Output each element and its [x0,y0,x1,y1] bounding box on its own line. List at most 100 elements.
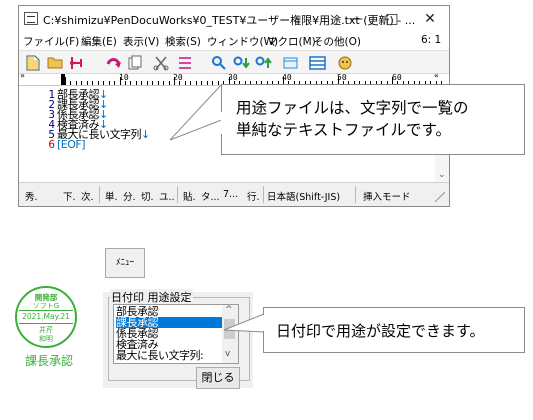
ruler-tick [81,81,83,85]
status-item[interactable]: 単. [105,189,118,203]
stamp-caption: 課長承認 [25,354,74,368]
callout-bottom-text: 日付印で用途が設定できます。 [276,322,485,340]
scroll-down-icon[interactable]: v [225,349,230,359]
menu-macro[interactable]: マクロ(M) [267,34,316,49]
ruler-tick [108,81,110,85]
ruler-tick [65,77,66,85]
cursor-position: 6: 1 [421,34,442,46]
line-number-current: 6 [48,138,55,151]
group-label: 日付印 用途設定 [110,289,193,305]
ruler-tick [152,81,154,85]
undo-icon[interactable] [105,55,121,71]
list-item[interactable]: 最大に長い文字列: [116,350,204,361]
status-item[interactable]: 行. [247,189,260,203]
status-item[interactable]: 切. [141,189,154,203]
toolbar [19,50,449,74]
ruler-tick [124,81,126,85]
list-icon[interactable] [309,55,326,71]
menu-edit[interactable]: 編集(E) [81,34,117,49]
ruler-tick [141,81,143,85]
status-divider [263,186,264,203]
ruler-tick [146,81,148,85]
callout-top-text: 用途ファイルは、文字列で一覧の 単純なテキストファイルです。 [236,99,469,139]
status-item[interactable]: 次. [81,189,94,203]
ruler-tick [157,81,159,85]
ruler-left-marker: » [20,74,25,80]
status-divider [177,186,178,203]
ruler-tick [184,81,186,85]
status-item[interactable]: 貼. [183,189,196,203]
paste-icon[interactable] [177,55,193,71]
ruler-tick [119,77,121,85]
status-item[interactable]: 分. [123,189,136,203]
status-bar: 秀. 下. 次. 単. 分. 切. ユ.. 貼. タ... 7... 行. 日本… [19,182,449,206]
resize-grip-icon[interactable] [435,192,445,202]
status-encoding[interactable]: 日本語(Shift-JIS) [267,189,340,203]
menu-file[interactable]: ファイル(F) [23,34,79,49]
search-icon[interactable] [211,55,227,71]
new-file-icon[interactable] [25,55,41,71]
ruler-tick [70,81,72,85]
grep-icon[interactable] [283,55,299,71]
ruler-tick [201,81,203,85]
minimize-button[interactable]: — [341,9,371,29]
status-item[interactable]: 秀. [25,189,38,203]
status-item[interactable]: ユ.. [159,189,175,203]
callout-joint-bottom [263,315,265,331]
status-item[interactable]: タ... [201,189,220,203]
status-insert-mode[interactable]: 挿入モード [363,189,411,203]
callout-top: 用途ファイルは、文字列で一覧の 単純なテキストファイルです。 [221,84,525,155]
menu-view[interactable]: 表示(V) [123,34,159,49]
ruler-tick [168,81,170,85]
ruler-tick [86,81,88,85]
save-icon[interactable] [69,55,85,71]
menu-search[interactable]: 検索(S) [165,34,201,49]
status-item[interactable]: 下. [63,189,76,203]
ruler-tick [135,81,137,85]
ruler-right-marker: « [434,74,439,80]
stamp-line-bottom [19,323,73,324]
ruler-tick [114,81,116,85]
ruler-tick [75,81,77,85]
ruler-tick [163,81,165,85]
ruler-tick [206,81,208,85]
app-icon[interactable] [24,12,38,25]
ruler-tick [217,81,219,85]
eof-marker: [EOF] [57,138,86,151]
menu-bar: ファイル(F) 編集(E) 表示(V) 検索(S) ウィンドウ(W) マクロ(M… [19,32,449,50]
ruler-tick [179,81,181,85]
stamp-date: 2021.May.21 [22,312,70,321]
maximize-button[interactable]: □ [377,9,407,29]
open-folder-icon[interactable] [47,55,63,71]
callout-joint-top [221,112,223,134]
status-divider [355,186,356,203]
menu-button[interactable]: ﾒﾆｭｰ [105,248,145,278]
ruler-tick [130,81,132,85]
close-button[interactable]: ✕ [415,9,445,29]
ruler-tick [190,81,192,85]
search-down-icon[interactable] [233,55,250,71]
cut-icon[interactable] [153,55,169,71]
scroll-thumb[interactable] [224,319,235,339]
status-divider [99,186,100,203]
ruler-tick [195,81,197,85]
close-dialog-button[interactable]: 閉じる [196,367,240,389]
ruler-tick [103,81,105,85]
ruler-tick [174,77,175,85]
ruler-tick [212,81,214,85]
stamp-name-2: 和明 [39,335,53,343]
ruler-tick [92,81,94,85]
callout-bottom: 日付印で用途が設定できます。 [263,307,525,353]
copy-icon[interactable] [127,55,143,71]
title-bar: C:¥shimizu¥PenDocuWorks¥0_TEST¥ユーザー権限¥用途… [19,6,449,32]
scroll-up-icon[interactable]: ^ [225,305,233,315]
search-up-icon[interactable] [255,55,272,71]
ruler-tick [97,81,99,85]
listbox-scrollbar[interactable]: ^ v [222,305,238,363]
scroll-down-icon[interactable]: ⌄ [438,170,446,180]
status-item[interactable]: 7... [223,189,238,200]
settings-icon[interactable] [337,55,353,71]
menu-other[interactable]: その他(O) [313,34,361,49]
stamp-line-top [19,310,73,311]
usage-listbox[interactable]: 部長承認 課長承認 係長承認 検査済み 最大に長い文字列: [113,304,239,364]
